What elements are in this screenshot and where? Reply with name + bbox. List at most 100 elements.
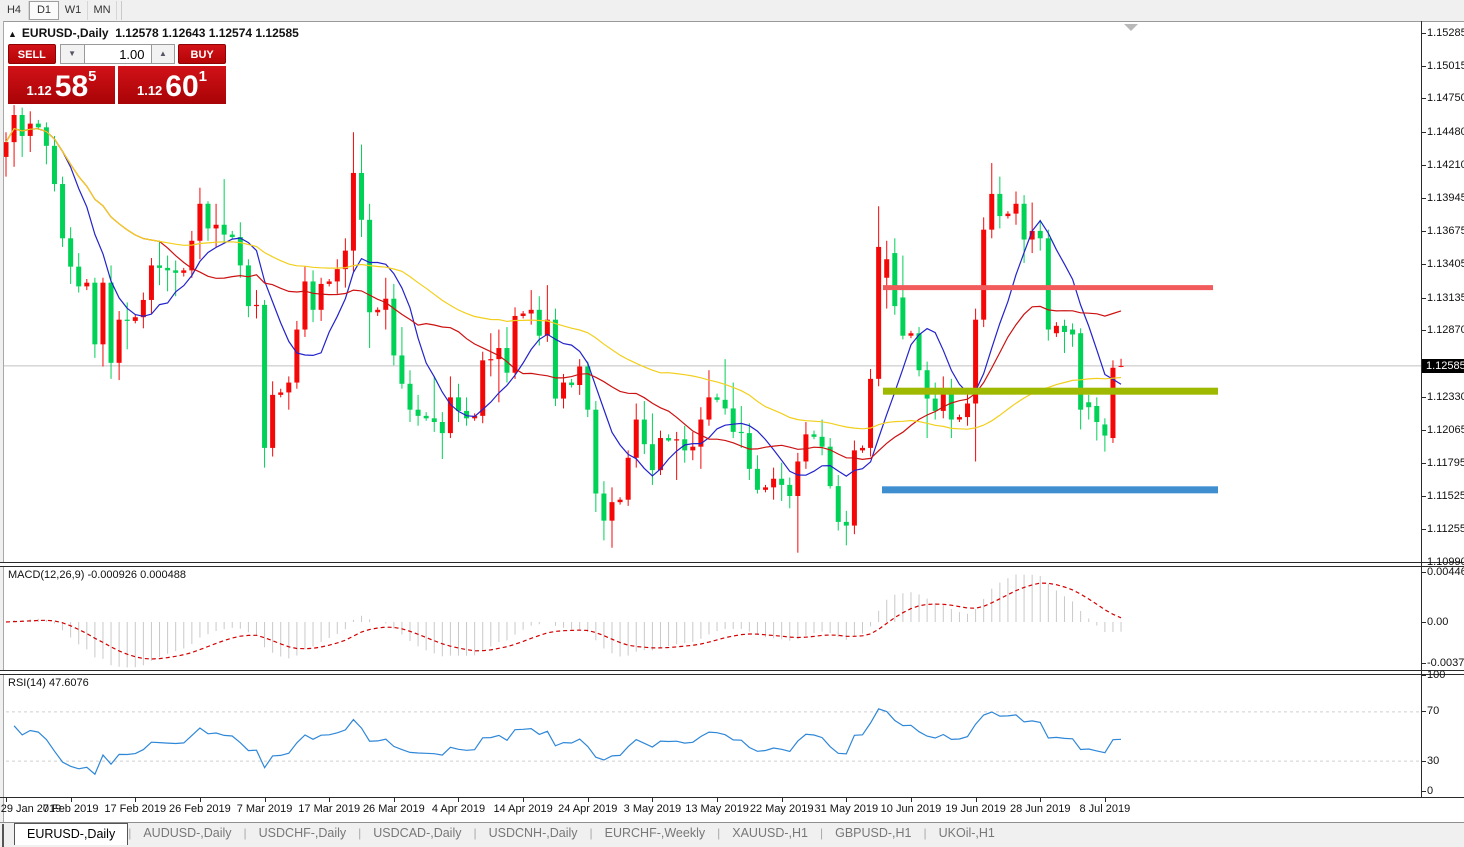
candle-body bbox=[302, 281, 307, 329]
candle-body bbox=[585, 367, 590, 410]
candle-body bbox=[375, 310, 380, 312]
price-axis-tick bbox=[1421, 132, 1426, 133]
date-axis-tick bbox=[846, 798, 847, 802]
candle-body bbox=[779, 479, 784, 485]
chart-tab-audusd[interactable]: AUDUSD-,Daily bbox=[131, 823, 243, 845]
sell-price-display[interactable]: 1.12 58 5 bbox=[8, 66, 115, 104]
volume-decrease-button[interactable]: ▼ bbox=[60, 44, 85, 64]
candle-body bbox=[957, 417, 962, 419]
date-axis-tick bbox=[523, 798, 524, 802]
tab-scroller[interactable] bbox=[2, 824, 10, 847]
chart-tab-eurchf[interactable]: EURCHF-,Weekly bbox=[593, 823, 717, 845]
price-axis-label: 1.12330 bbox=[1427, 391, 1463, 404]
date-axis-tick bbox=[717, 798, 718, 802]
candle-body bbox=[206, 204, 211, 229]
candle-body bbox=[141, 300, 146, 317]
macd-rsi-separator[interactable] bbox=[0, 670, 1464, 675]
candle-body bbox=[1094, 406, 1099, 422]
price-axis-label: 1.13405 bbox=[1427, 258, 1463, 271]
rsi-axis-tick bbox=[1421, 675, 1426, 676]
candle-body bbox=[149, 265, 154, 300]
chart-tab-usdcad[interactable]: USDCAD-,Daily bbox=[361, 823, 473, 845]
sma-8-line bbox=[6, 129, 1121, 477]
candle-body bbox=[917, 333, 922, 370]
buy-price-display[interactable]: 1.12 60 1 bbox=[118, 66, 226, 104]
candle-body bbox=[1062, 326, 1067, 332]
candle-body bbox=[117, 320, 122, 363]
date-axis-tick bbox=[458, 798, 459, 802]
candle-body bbox=[286, 383, 291, 393]
candle-body bbox=[690, 447, 695, 451]
volume-input[interactable] bbox=[85, 44, 151, 64]
date-axis-tick bbox=[1105, 798, 1106, 802]
date-axis-tick bbox=[265, 798, 266, 802]
candle-body bbox=[84, 283, 89, 287]
chart-tabs-bar: EURUSD-,Daily|AUDUSD-,Daily|USDCHF-,Dail… bbox=[0, 822, 1464, 847]
date-axis-tick bbox=[200, 798, 201, 802]
candle-body bbox=[771, 479, 776, 488]
price-axis-label: 1.14750 bbox=[1427, 92, 1463, 105]
candle-body bbox=[908, 333, 913, 335]
candle-body bbox=[731, 408, 736, 431]
candle-body bbox=[270, 395, 275, 448]
buy-button[interactable]: BUY bbox=[178, 44, 226, 64]
candle-body bbox=[795, 461, 800, 496]
candle-body bbox=[44, 127, 49, 145]
date-axis-tick bbox=[588, 798, 589, 802]
candle-body bbox=[892, 253, 897, 306]
price-axis-tick bbox=[1421, 562, 1426, 563]
chart-tab-usdchf[interactable]: USDCHF-,Daily bbox=[247, 823, 359, 845]
collapse-panel-icon[interactable]: ▲ bbox=[8, 29, 17, 39]
chart-tab-xauusd[interactable]: XAUUSD-,H1 bbox=[720, 823, 820, 845]
candle-body bbox=[100, 283, 105, 345]
buy-price-prefix: 1.12 bbox=[137, 83, 162, 98]
candle-body bbox=[1102, 424, 1107, 435]
candle-body bbox=[294, 330, 299, 383]
candle-body bbox=[197, 204, 202, 241]
candle-body bbox=[52, 146, 57, 184]
candle-body bbox=[900, 297, 905, 335]
candle-body bbox=[408, 384, 413, 410]
candle-body bbox=[537, 310, 542, 336]
date-axis-tick bbox=[652, 798, 653, 802]
candle-body bbox=[1119, 366, 1124, 367]
date-axis-tick bbox=[135, 798, 136, 802]
current-price-badge: 1.12585 bbox=[1422, 359, 1464, 373]
candle-body bbox=[133, 317, 138, 321]
date-axis-tick bbox=[976, 798, 977, 802]
chart-tab-ukoil[interactable]: UKOil-,H1 bbox=[927, 823, 1007, 845]
chart-tab-usdcnh[interactable]: USDCNH-,Daily bbox=[477, 823, 590, 845]
resistance-line bbox=[883, 285, 1213, 290]
rsi-axis-tick bbox=[1421, 761, 1426, 762]
chart-canvas[interactable] bbox=[0, 0, 1464, 847]
sell-button[interactable]: SELL bbox=[8, 44, 56, 64]
price-axis-label: 1.14480 bbox=[1427, 126, 1463, 139]
macd-axis-label: 0.004465 bbox=[1427, 566, 1464, 579]
rsi-axis-label: 100 bbox=[1427, 669, 1463, 682]
candle-body bbox=[440, 422, 445, 433]
main-macd-separator[interactable] bbox=[0, 562, 1464, 567]
candle-body bbox=[812, 434, 817, 436]
chart-ohlc-values: 1.12578 1.12643 1.12574 1.12585 bbox=[115, 26, 299, 40]
rsi-axis-label: 0 bbox=[1427, 785, 1463, 798]
price-axis-tick bbox=[1421, 98, 1426, 99]
candle-body bbox=[569, 383, 574, 385]
price-axis-border bbox=[1421, 21, 1422, 798]
chart-tab-eurusd[interactable]: EURUSD-,Daily bbox=[14, 823, 128, 845]
price-axis-tick bbox=[1421, 496, 1426, 497]
candle-body bbox=[593, 410, 598, 494]
price-axis-tick bbox=[1421, 298, 1426, 299]
macd-indicator-label: MACD(12,26,9) -0.000926 0.000488 bbox=[8, 569, 186, 581]
candle-body bbox=[739, 432, 744, 433]
chart-tab-gbpusd[interactable]: GBPUSD-,H1 bbox=[823, 823, 923, 845]
candle-body bbox=[1070, 330, 1075, 335]
candle-body bbox=[92, 283, 97, 345]
chart-shift-marker-icon[interactable] bbox=[1124, 24, 1138, 31]
candle-body bbox=[981, 230, 986, 320]
candle-body bbox=[456, 397, 461, 411]
candle-body bbox=[626, 458, 631, 500]
price-axis-tick bbox=[1421, 397, 1426, 398]
candle-body bbox=[230, 235, 235, 237]
volume-increase-button[interactable]: ▲ bbox=[151, 44, 176, 64]
candle-body bbox=[1078, 333, 1083, 409]
